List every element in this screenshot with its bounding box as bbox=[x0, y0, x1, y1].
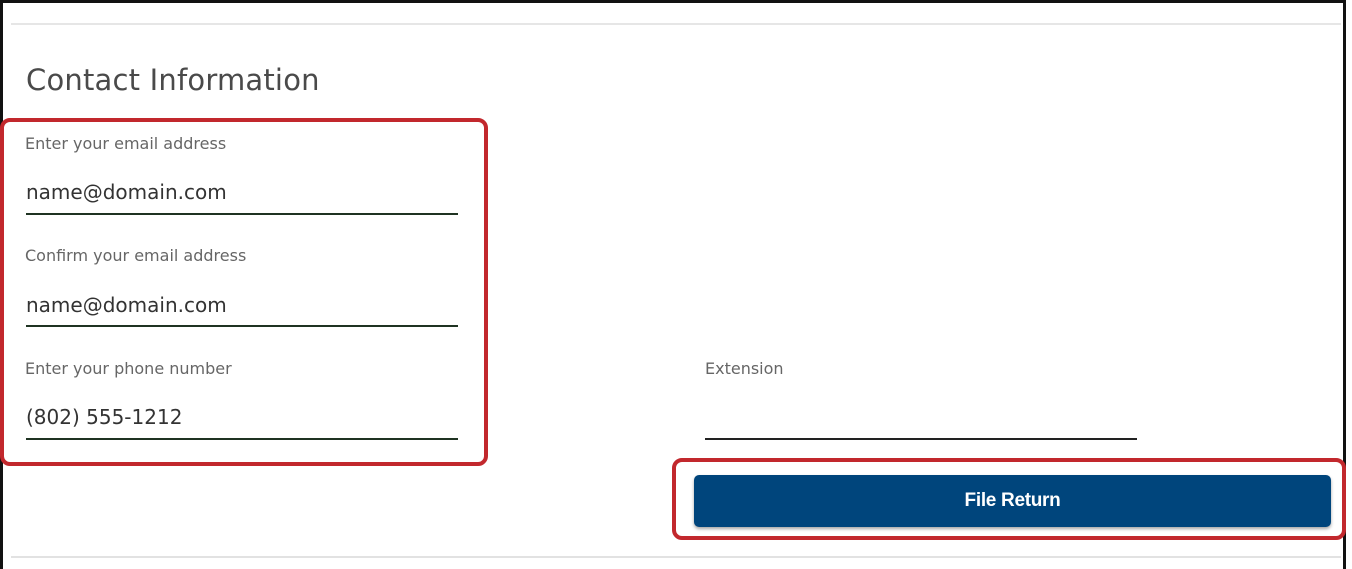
bottom-divider bbox=[11, 556, 1341, 558]
contact-fields-highlight bbox=[0, 118, 488, 466]
file-return-highlight bbox=[672, 458, 1346, 540]
extension-field[interactable] bbox=[705, 402, 1135, 432]
extension-label: Extension bbox=[705, 359, 784, 378]
top-divider bbox=[11, 23, 1341, 25]
section-title: Contact Information bbox=[26, 63, 320, 97]
extension-field-underline bbox=[705, 438, 1137, 440]
